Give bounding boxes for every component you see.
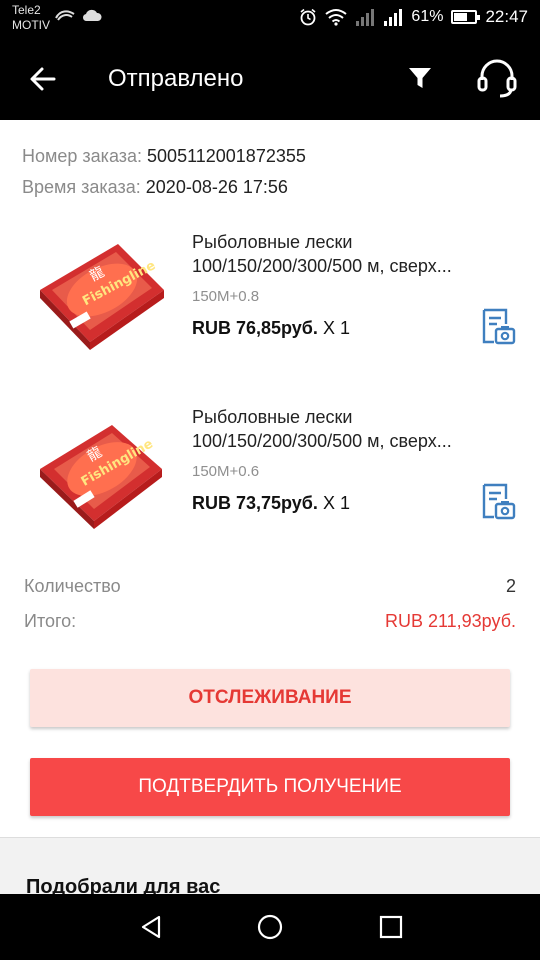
product-title-line-2: 100/150/200/300/500 м, сверх...	[192, 256, 452, 276]
product-title-line-1: Рыболовные лески	[192, 407, 353, 427]
product-image[interactable]: Fishingline 龍	[30, 230, 174, 366]
status-bar: Tele2 MOTIV 61% 22:47	[0, 0, 540, 38]
product-title[interactable]: Рыболовные лески 100/150/200/300/500 м, …	[192, 230, 512, 278]
signal-icon-1	[356, 9, 375, 26]
battery-icon	[451, 10, 481, 24]
order-time-label: Время заказа:	[22, 177, 141, 197]
total-label: Итого:	[24, 611, 77, 631]
battery-percent: 61%	[411, 8, 444, 25]
order-details: Номер заказа: 5005112001872355 Время зак…	[0, 120, 540, 894]
headset-icon[interactable]	[474, 58, 520, 98]
cloud-icon	[82, 9, 102, 22]
product-price-row: RUB 73,75руб. X 1	[192, 493, 350, 514]
order-time-value: 2020-08-26 17:56	[145, 177, 288, 197]
photo-review-icon[interactable]	[480, 308, 516, 346]
swipe-app-icon	[55, 10, 75, 21]
signal-icon-2	[384, 9, 403, 26]
product-price: RUB 73,75руб.	[192, 493, 318, 513]
product-image[interactable]: Fishingline 龍	[30, 405, 174, 541]
quantity-row: Количество 2	[24, 576, 516, 597]
order-item[interactable]: Fishingline 龍 Рыболовные лески 100/150/2…	[0, 395, 540, 565]
product-title[interactable]: Рыболовные лески 100/150/200/300/500 м, …	[192, 405, 512, 453]
order-number-label: Номер заказа:	[22, 146, 143, 166]
product-quantity: X 1	[322, 493, 350, 513]
carrier-line-1: Tele2	[12, 3, 41, 17]
wifi-icon	[325, 9, 348, 26]
notification-icons	[54, 8, 102, 22]
product-variant: 150M+0.6	[192, 463, 260, 480]
filter-icon[interactable]	[406, 64, 434, 92]
nav-recents-icon[interactable]	[378, 914, 404, 940]
system-nav-bar	[0, 894, 540, 960]
order-number-value: 5005112001872355	[147, 146, 306, 166]
product-title-line-2: 100/150/200/300/500 м, сверх...	[192, 431, 452, 451]
alarm-icon	[300, 8, 316, 26]
order-time-row: Время заказа: 2020-08-26 17:56	[22, 175, 288, 199]
total-row: Итого: RUB 211,93руб.	[24, 611, 516, 632]
nav-home-icon[interactable]	[257, 914, 283, 940]
back-arrow-icon[interactable]	[26, 62, 60, 96]
recommendations-section: Подобрали для вас	[0, 838, 540, 894]
recommendations-title: Подобрали для вас	[26, 876, 221, 894]
carrier-line-2: MOTIV	[12, 18, 50, 32]
product-title-line-1: Рыболовные лески	[192, 232, 353, 252]
quantity-label: Количество	[24, 576, 121, 596]
quantity-value: 2	[505, 576, 516, 596]
product-price: RUB 76,85руб.	[192, 318, 318, 338]
carrier-name: Tele2 MOTIV	[12, 3, 50, 33]
photo-review-icon[interactable]	[480, 483, 516, 521]
confirm-receipt-button[interactable]: ПОДТВЕРДИТЬ ПОЛУЧЕНИЕ	[30, 758, 510, 816]
total-value: RUB 211,93руб.	[384, 611, 516, 631]
page-title: Отправлено	[108, 65, 244, 92]
nav-back-icon[interactable]	[138, 914, 164, 940]
product-quantity: X 1	[322, 318, 350, 338]
status-icons: 61% 22:47	[299, 7, 528, 27]
track-button[interactable]: ОТСЛЕЖИВАНИЕ	[30, 669, 510, 727]
product-price-row: RUB 76,85руб. X 1	[192, 318, 350, 339]
clock: 22:47	[485, 7, 528, 26]
product-variant: 150M+0.8	[192, 288, 260, 305]
order-number-row: Номер заказа: 5005112001872355	[22, 144, 306, 168]
order-item[interactable]: Fishingline 龍 Рыболовные лески 100/150/2…	[0, 220, 540, 390]
app-bar: Отправлено	[0, 38, 540, 120]
